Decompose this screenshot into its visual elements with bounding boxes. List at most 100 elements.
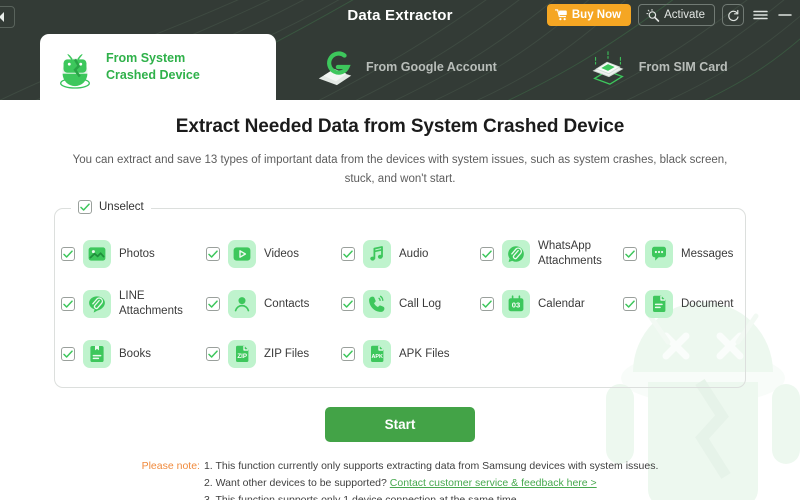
zip-file-icon: ZIP <box>228 340 256 369</box>
sim-card-icon <box>592 51 624 85</box>
check-icon <box>63 350 73 358</box>
photo-image-icon <box>83 240 111 269</box>
data-type-label: Calendar <box>538 297 585 310</box>
calendar-checkbox[interactable] <box>480 297 494 312</box>
contact-support-link[interactable]: Contact customer service & feedback here… <box>390 477 597 489</box>
source-tabs: From System Crashed Device From Google A… <box>0 34 800 100</box>
data-types-panel: Unselect Photos Videos Audio WhatsApp At… <box>54 200 746 389</box>
check-icon <box>482 250 492 258</box>
tab-from-sim-card[interactable]: From SIM Card <box>571 34 744 100</box>
apk-file-icon: APK <box>363 340 391 369</box>
data-type-label: APK Files <box>399 347 450 360</box>
data-type-label: Videos <box>264 247 299 260</box>
tab-label: From System Crashed Device <box>106 51 200 82</box>
data-type-document[interactable]: Document <box>623 290 747 319</box>
buy-now-label: Buy Now <box>571 9 622 21</box>
data-type-audio[interactable]: Audio <box>341 240 480 269</box>
video-play-icon <box>228 240 256 269</box>
check-icon <box>343 300 353 308</box>
page-title: Extract Needed Data from System Crashed … <box>175 116 625 137</box>
start-button-row: Start <box>0 407 800 443</box>
unselect-checkbox[interactable] <box>78 200 92 215</box>
data-type-messages[interactable]: Messages <box>623 240 747 269</box>
contact-person-icon <box>228 290 256 319</box>
please-note-label: Please note: <box>141 460 200 473</box>
call-log-checkbox[interactable] <box>341 297 355 312</box>
apk-files-checkbox[interactable] <box>341 347 355 362</box>
data-type-label: Document <box>681 297 734 310</box>
book-icon <box>83 340 111 369</box>
google-account-icon <box>318 51 352 86</box>
books-checkbox[interactable] <box>61 347 75 362</box>
menu-button[interactable] <box>751 4 769 26</box>
data-type-books[interactable]: Books <box>61 340 206 369</box>
document-checkbox[interactable] <box>623 297 637 312</box>
check-icon <box>625 250 635 258</box>
refresh-history-icon <box>727 9 739 21</box>
data-type-videos[interactable]: Videos <box>206 240 341 269</box>
data-type-label: ZIP Files <box>264 347 310 360</box>
data-type-line-attachments[interactable]: LINE Attachments <box>61 289 206 320</box>
check-icon <box>80 203 90 211</box>
minimize-icon <box>778 14 792 16</box>
app-window: Data Extractor Buy Now Activate From Sys… <box>0 0 800 500</box>
data-type-whatsapp-attachments[interactable]: WhatsApp Attachments <box>480 239 623 270</box>
history-button[interactable] <box>722 4 744 26</box>
activate-button[interactable]: Activate <box>638 4 715 26</box>
phone-call-icon <box>363 290 391 319</box>
line-attachments-checkbox[interactable] <box>61 297 75 312</box>
start-button[interactable]: Start <box>325 407 475 443</box>
whatsapp-attachments-checkbox[interactable] <box>480 247 494 262</box>
title-bar: Data Extractor Buy Now Activate <box>0 0 800 34</box>
document-file-icon <box>645 290 673 319</box>
tab-from-system-crashed-device[interactable]: From System Crashed Device <box>40 34 276 100</box>
tab-from-google-account[interactable]: From Google Account <box>298 34 513 100</box>
data-type-apk-files[interactable]: APK APK Files <box>341 340 480 369</box>
check-icon <box>625 300 635 308</box>
check-icon <box>482 300 492 308</box>
check-icon <box>63 250 73 258</box>
data-type-label: Audio <box>399 247 429 260</box>
data-type-zip-files[interactable]: ZIP ZIP Files <box>206 340 341 369</box>
line-paperclip-icon <box>83 290 111 319</box>
videos-checkbox[interactable] <box>206 247 220 262</box>
note-line-1: 1. This function currently only supports… <box>203 460 659 473</box>
check-icon <box>343 250 353 258</box>
whatsapp-paperclip-icon <box>502 240 530 269</box>
data-type-label: Photos <box>119 247 155 260</box>
music-note-icon <box>363 240 391 269</box>
check-icon <box>63 300 73 308</box>
note-2-text: 2. Want other devices to be supported? <box>203 477 390 490</box>
page-description: You can extract and save 13 types of imp… <box>72 154 728 185</box>
apk-file-label: APK <box>372 354 383 360</box>
unselect-label: Unselect <box>99 201 144 214</box>
title-bar-actions: Buy Now Activate <box>546 4 794 26</box>
data-type-label: Books <box>119 347 151 360</box>
broken-android-robot-icon <box>60 49 90 89</box>
check-icon <box>208 250 218 258</box>
check-icon <box>208 300 218 308</box>
calendar-day-number: 03 <box>512 301 520 310</box>
audio-checkbox[interactable] <box>341 247 355 262</box>
unselect-toggle[interactable]: Unselect <box>71 200 151 215</box>
data-type-photos[interactable]: Photos <box>61 240 206 269</box>
hamburger-menu-icon <box>752 10 768 20</box>
zip-files-checkbox[interactable] <box>206 347 220 362</box>
data-type-label: Messages <box>681 247 734 260</box>
data-types-grid: Photos Videos Audio WhatsApp Attachments… <box>61 229 739 379</box>
data-type-label: WhatsApp Attachments <box>538 239 602 268</box>
data-type-label: Call Log <box>399 297 442 310</box>
check-icon <box>343 350 353 358</box>
footer-notes: Please note: 1. This function currently … <box>0 458 800 500</box>
data-type-call-log[interactable]: Call Log <box>341 290 480 319</box>
app-header: Data Extractor Buy Now Activate From Sys… <box>0 0 800 100</box>
contacts-checkbox[interactable] <box>206 297 220 312</box>
photos-checkbox[interactable] <box>61 247 75 262</box>
data-type-calendar[interactable]: 03 Calendar <box>480 290 623 319</box>
check-icon <box>208 350 218 358</box>
buy-now-button[interactable]: Buy Now <box>546 4 632 26</box>
messages-checkbox[interactable] <box>623 247 637 262</box>
data-type-contacts[interactable]: Contacts <box>206 290 341 319</box>
minimize-button[interactable] <box>776 4 794 26</box>
note-line-2: 2. Want other devices to be supported? C… <box>204 475 658 492</box>
